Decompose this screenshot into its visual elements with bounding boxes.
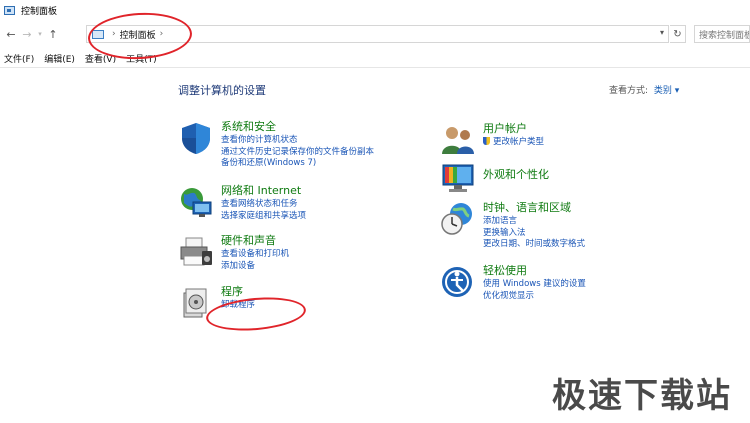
recent-dropdown-icon[interactable]: ▾ (35, 25, 45, 43)
category-title-programs[interactable]: 程序 (221, 285, 255, 298)
link-add-language[interactable]: 添加语言 (483, 216, 585, 228)
category-title-clock[interactable]: 时钟、语言和区域 (483, 201, 585, 214)
globe-network-icon (181, 188, 212, 217)
link-devices-printers[interactable]: 查看设备和打印机 (221, 249, 289, 261)
link-change-date-format[interactable]: 更改日期、时间或数字格式 (483, 239, 585, 251)
back-arrow-icon[interactable]: ← (3, 25, 19, 43)
link-network-status[interactable]: 查看网络状态和任务 (221, 199, 306, 211)
category-clock-language: 时钟、语言和区域 添加语言 更换输入法 更改日期、时间或数字格式 (440, 201, 585, 251)
category-title-hardware[interactable]: 硬件和声音 (221, 234, 289, 247)
link-add-device[interactable]: 添加设备 (221, 261, 289, 273)
view-by-dropdown[interactable]: 类别 ▾ (654, 86, 679, 96)
accessibility-icon (442, 267, 472, 297)
category-title-appearance[interactable]: 外观和个性化 (483, 168, 549, 181)
category-title-users[interactable]: 用户帐户 (483, 122, 544, 135)
category-ease-of-access: 轻松使用 使用 Windows 建议的设置 优化视觉显示 (440, 264, 586, 302)
category-appearance: 外观和个性化 (440, 160, 549, 196)
printer-icon (180, 237, 212, 266)
address-dropdown-icon[interactable]: ▾ (660, 28, 664, 37)
category-system-security: 系统和安全 查看你的计算机状态 通过文件历史记录保存你的文件备份副本 备份和还原… (178, 120, 374, 170)
link-change-account-type[interactable]: 更改帐户类型 (483, 137, 544, 149)
menu-edit[interactable]: 编辑(E) (44, 52, 75, 65)
link-homegroup[interactable]: 选择家庭组和共享选项 (221, 211, 306, 223)
watermark-logo: 极速下载站 (552, 376, 732, 416)
window-title: 控制面板 (21, 6, 58, 17)
view-by-label: 查看方式: (609, 86, 649, 96)
link-change-input-method[interactable]: 更换输入法 (483, 228, 585, 240)
clock-globe-icon (441, 203, 472, 235)
refresh-icon[interactable]: ↻ (670, 25, 686, 43)
category-title-system[interactable]: 系统和安全 (221, 120, 374, 133)
view-by: 查看方式: 类别 ▾ (609, 83, 679, 96)
category-title-ease-of-access[interactable]: 轻松使用 (483, 264, 586, 277)
shield-icon (182, 123, 210, 154)
link-view-computer-status[interactable]: 查看你的计算机状态 (221, 135, 374, 147)
link-file-history[interactable]: 通过文件历史记录保存你的文件备份副本 (221, 147, 374, 159)
up-arrow-icon[interactable]: ↑ (45, 25, 61, 43)
control-panel-icon (4, 5, 15, 15)
divider (0, 67, 750, 68)
link-backup-restore[interactable]: 备份和还原(Windows 7) (221, 158, 374, 170)
link-recommended-settings[interactable]: 使用 Windows 建议的设置 (483, 279, 586, 291)
category-network: 网络和 Internet 查看网络状态和任务 选择家庭组和共享选项 (178, 184, 306, 222)
page-heading: 调整计算机的设置 (178, 84, 266, 97)
forward-arrow-icon[interactable]: → (19, 25, 35, 43)
category-hardware: 硬件和声音 查看设备和打印机 添加设备 (178, 234, 289, 272)
link-optimize-display[interactable]: 优化视觉显示 (483, 291, 586, 303)
category-title-network[interactable]: 网络和 Internet (221, 184, 306, 197)
category-user-accounts: 用户帐户 更改帐户类型 (440, 122, 544, 158)
view-by-value[interactable]: 类别 (654, 86, 672, 96)
users-icon (442, 127, 474, 154)
search-input[interactable]: 搜索控制面板 (694, 25, 750, 43)
menu-file[interactable]: 文件(F) (4, 52, 34, 65)
monitor-icon (442, 164, 474, 192)
